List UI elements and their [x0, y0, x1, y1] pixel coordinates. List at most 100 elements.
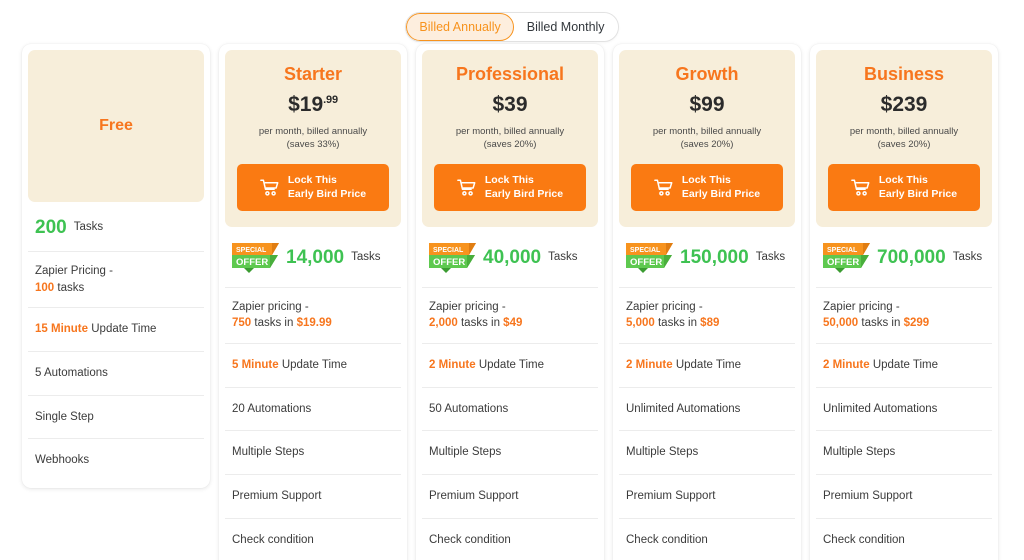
badge-line1: SPECIAL [433, 247, 464, 254]
badge-line2: OFFER [827, 257, 859, 268]
lock-price-button-label: Lock This Early Bird Price [287, 174, 367, 201]
card-header-professional: Professional $39 per month, billed annuall… [422, 50, 598, 227]
tasks-row-business: SPECIAL OFFER 700,000 Tasks [816, 227, 992, 288]
pricing-card-free: Free 200 Tasks Zapier Pricing -100 tasks 15 … [22, 44, 210, 489]
card-header-free: Free [28, 50, 204, 202]
price-cents-starter: .99 [323, 93, 338, 106]
support-row-business: Premium Support [816, 475, 992, 519]
plan-name-business: Business [863, 64, 945, 84]
tasks-label-growth: Tasks [755, 250, 786, 263]
support-row-growth: Premium Support [619, 475, 795, 519]
pricing-card-business: Business $239 per month, billed annually (s… [810, 44, 998, 560]
tasks-label-professional: Tasks [548, 250, 578, 263]
steps-row-business: Multiple Steps [816, 431, 992, 475]
badge-line2: OFFER [236, 257, 268, 268]
tasks-count-free: 200 [35, 217, 67, 238]
toggle-billed-monthly[interactable]: Billed Monthly [513, 12, 618, 42]
steps-row-professional: Multiple Steps [422, 431, 598, 475]
special-offer-badge: SPECIAL OFFER [626, 242, 673, 273]
tasks-row-starter: SPECIAL OFFER 14,000 Tasks [225, 227, 401, 288]
special-offer-badge: SPECIAL OFFER [232, 242, 279, 273]
automations-row-starter: 20 Automations [225, 388, 401, 432]
plan-name-growth: Growth [675, 64, 739, 84]
steps-row-starter: Multiple Steps [225, 431, 401, 475]
tasks-label-free: Tasks [73, 220, 104, 233]
tasks-count-starter: 14,000 [286, 247, 345, 269]
toggle-billed-annually[interactable]: Billed Annually [406, 12, 514, 42]
billing-note-growth: per month, billed annually (saves 20%) [652, 125, 762, 151]
tasks-row-growth: SPECIAL OFFER 150,000 Tasks [619, 227, 795, 288]
update-time-value-growth: 2 Minute [626, 358, 673, 371]
pricing-card-professional: Professional $39 per month, billed annuall… [416, 44, 604, 560]
plan-price-professional: $39 [492, 92, 528, 116]
automations-row-business: Unlimited Automations [816, 388, 992, 432]
zapier-pricing-row-starter: Zapier pricing -750 tasks in $19.99 [225, 288, 401, 344]
billing-note-professional: per month, billed annually (saves 20%) [455, 125, 565, 151]
billing-note-starter: per month, billed annually (saves 33%) [258, 125, 368, 151]
check-condition-row-starter: Check condition [225, 519, 401, 560]
plan-price-business: $239 [880, 92, 928, 116]
lock-price-button-professional[interactable]: Lock This Early Bird Price [434, 164, 586, 211]
card-header-growth: Growth $99 per month, billed annually (save… [619, 50, 795, 227]
plan-price-starter: $19.99 [288, 92, 338, 116]
billing-toggle[interactable]: Billed Annually Billed Monthly [405, 11, 619, 43]
special-offer-badge: SPECIAL OFFER [823, 242, 870, 273]
shopping-cart-icon [260, 179, 279, 196]
billing-note-business: per month, billed annually (saves 20%) [849, 125, 959, 151]
shopping-cart-icon [457, 179, 476, 196]
tasks-count-professional: 40,000 [483, 247, 542, 269]
support-row-professional: Premium Support [422, 475, 598, 519]
automations-row-professional: 50 Automations [422, 388, 598, 432]
pricing-card-growth: Growth $99 per month, billed annually (save… [613, 44, 801, 560]
lock-price-button-starter[interactable]: Lock This Early Bird Price [237, 164, 389, 211]
shopping-cart-icon [654, 179, 673, 196]
badge-line1: SPECIAL [630, 247, 661, 254]
lock-price-button-label: Lock This Early Bird Price [878, 174, 958, 201]
update-time-value-professional: 2 Minute [429, 358, 476, 371]
shopping-cart-icon [851, 179, 870, 196]
plan-name-free: Free [99, 117, 133, 135]
tasks-label-business: Tasks [952, 250, 983, 263]
steps-row-free: Single Step [28, 396, 204, 440]
tasks-row-professional: SPECIAL OFFER 40,000 Tasks [422, 227, 598, 288]
update-time-row-professional: 2 Minute Update Time [422, 344, 598, 388]
badge-line1: SPECIAL [827, 247, 858, 254]
plan-name-starter: Starter [283, 64, 343, 84]
steps-row-growth: Multiple Steps [619, 431, 795, 475]
tasks-label-starter: Tasks [351, 250, 381, 263]
zapier-pricing-row-free: Zapier Pricing -100 tasks [28, 252, 204, 309]
tasks-count-growth: 150,000 [680, 247, 749, 269]
automations-row-free: 5 Automations [28, 352, 204, 396]
automations-row-growth: Unlimited Automations [619, 388, 795, 432]
plan-price-growth: $99 [689, 92, 725, 116]
lock-price-button-growth[interactable]: Lock This Early Bird Price [631, 164, 783, 211]
update-time-value-starter: 5 Minute [232, 358, 279, 371]
update-time-value-free: 15 Minute [35, 323, 89, 336]
zapier-pricing-row-business: Zapier pricing -50,000 tasks in $299 [816, 288, 992, 344]
update-time-value-business: 2 Minute [823, 358, 870, 371]
webhooks-row-free: Webhooks [35, 454, 90, 467]
check-condition-row-growth: Check condition [619, 519, 795, 560]
plan-name-professional: Professional [455, 64, 565, 84]
special-offer-badge: SPECIAL OFFER [429, 242, 476, 273]
support-row-starter: Premium Support [225, 475, 401, 519]
tasks-count-business: 700,000 [877, 247, 946, 269]
tasks-row-free: 200 Tasks [28, 202, 204, 252]
badge-line1: SPECIAL [236, 247, 267, 254]
lock-price-button-label: Lock This Early Bird Price [484, 174, 564, 201]
badge-line2: OFFER [433, 257, 465, 268]
card-header-business: Business $239 per month, billed annually (s… [816, 50, 992, 227]
update-time-row-business: 2 Minute Update Time [816, 344, 992, 388]
zapier-pricing-row-growth: Zapier pricing -5,000 tasks in $89 [619, 288, 795, 344]
zapier-pricing-row-professional: Zapier pricing -2,000 tasks in $49 [422, 288, 598, 344]
update-time-row-growth: 2 Minute Update Time [619, 344, 795, 388]
pricing-card-starter: Starter $19.99 per month, billed annually(… [219, 44, 407, 560]
pricing-cards: Free 200 Tasks Zapier Pricing -100 tasks 15 … [0, 44, 1024, 560]
check-condition-row-professional: Check condition [422, 519, 598, 560]
badge-line2: OFFER [630, 257, 662, 268]
update-time-row-starter: 5 Minute Update Time [225, 344, 401, 388]
lock-price-button-business[interactable]: Lock This Early Bird Price [828, 164, 980, 211]
billing-toggle-bar: Billed Annually Billed Monthly [0, 0, 1024, 44]
update-time-row-free: 15 Minute Update Time [28, 308, 204, 353]
card-header-starter: Starter $19.99 per month, billed annually(… [225, 50, 401, 227]
